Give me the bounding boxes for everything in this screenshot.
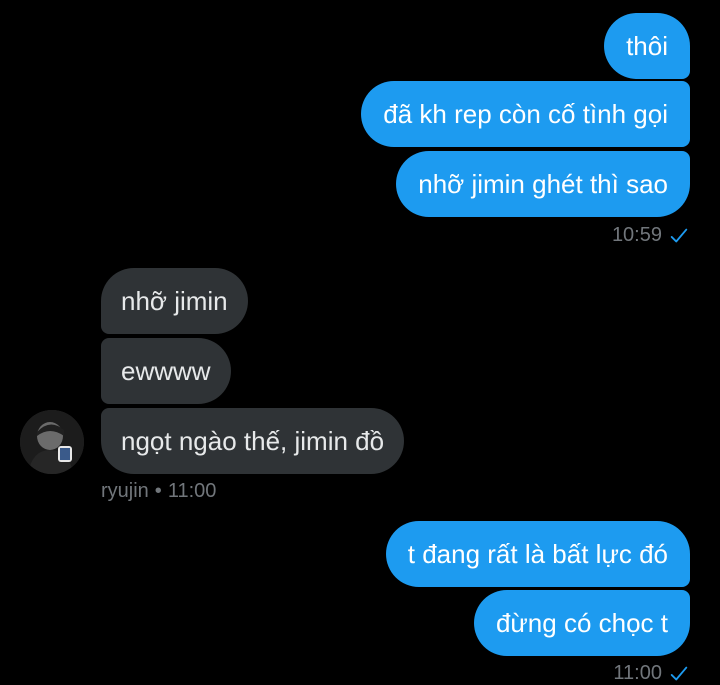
incoming-message-bubble[interactable]: ewwww <box>101 338 231 404</box>
message-text: nhỡ jimin <box>121 285 228 316</box>
message-time: 11:00 <box>613 662 662 684</box>
message-text: thôi <box>626 30 668 61</box>
message-timestamp-row: 10:59 <box>612 224 690 247</box>
separator: • <box>154 480 162 502</box>
avatar-photo <box>20 410 84 474</box>
message-time: 11:00 <box>167 480 217 502</box>
message-text: t đang rất là bất lực đó <box>407 538 668 569</box>
outgoing-message-bubble[interactable]: đừng có chọc t <box>473 590 690 656</box>
sender-info: ryujin • 11:00 <box>101 480 216 503</box>
message-time: 10:59 <box>611 224 662 246</box>
message-text: ngọt ngào thế, jimin đồ <box>121 425 385 456</box>
checkmark-icon <box>670 666 688 680</box>
message-text: nhỡ jimin ghét thì sao <box>418 168 668 199</box>
outgoing-message-bubble[interactable]: thôi <box>604 13 690 79</box>
message-text: ewwww <box>121 355 211 386</box>
checkmark-icon <box>670 228 688 242</box>
outgoing-message-bubble[interactable]: t đang rất là bất lực đó <box>385 521 690 587</box>
incoming-message-bubble[interactable]: nhỡ jimin <box>101 268 248 334</box>
sender-name: ryujin <box>101 480 149 502</box>
outgoing-message-bubble[interactable]: nhỡ jimin ghét thì sao <box>396 151 690 217</box>
message-text: đã kh rep còn cố tình gọi <box>383 98 668 129</box>
message-timestamp-row: 11:00 <box>613 662 690 685</box>
outgoing-message-bubble[interactable]: đã kh rep còn cố tình gọi <box>361 81 690 147</box>
avatar[interactable] <box>20 410 84 474</box>
incoming-message-bubble[interactable]: ngọt ngào thế, jimin đồ <box>101 408 405 474</box>
message-text: đừng có chọc t <box>495 607 668 638</box>
